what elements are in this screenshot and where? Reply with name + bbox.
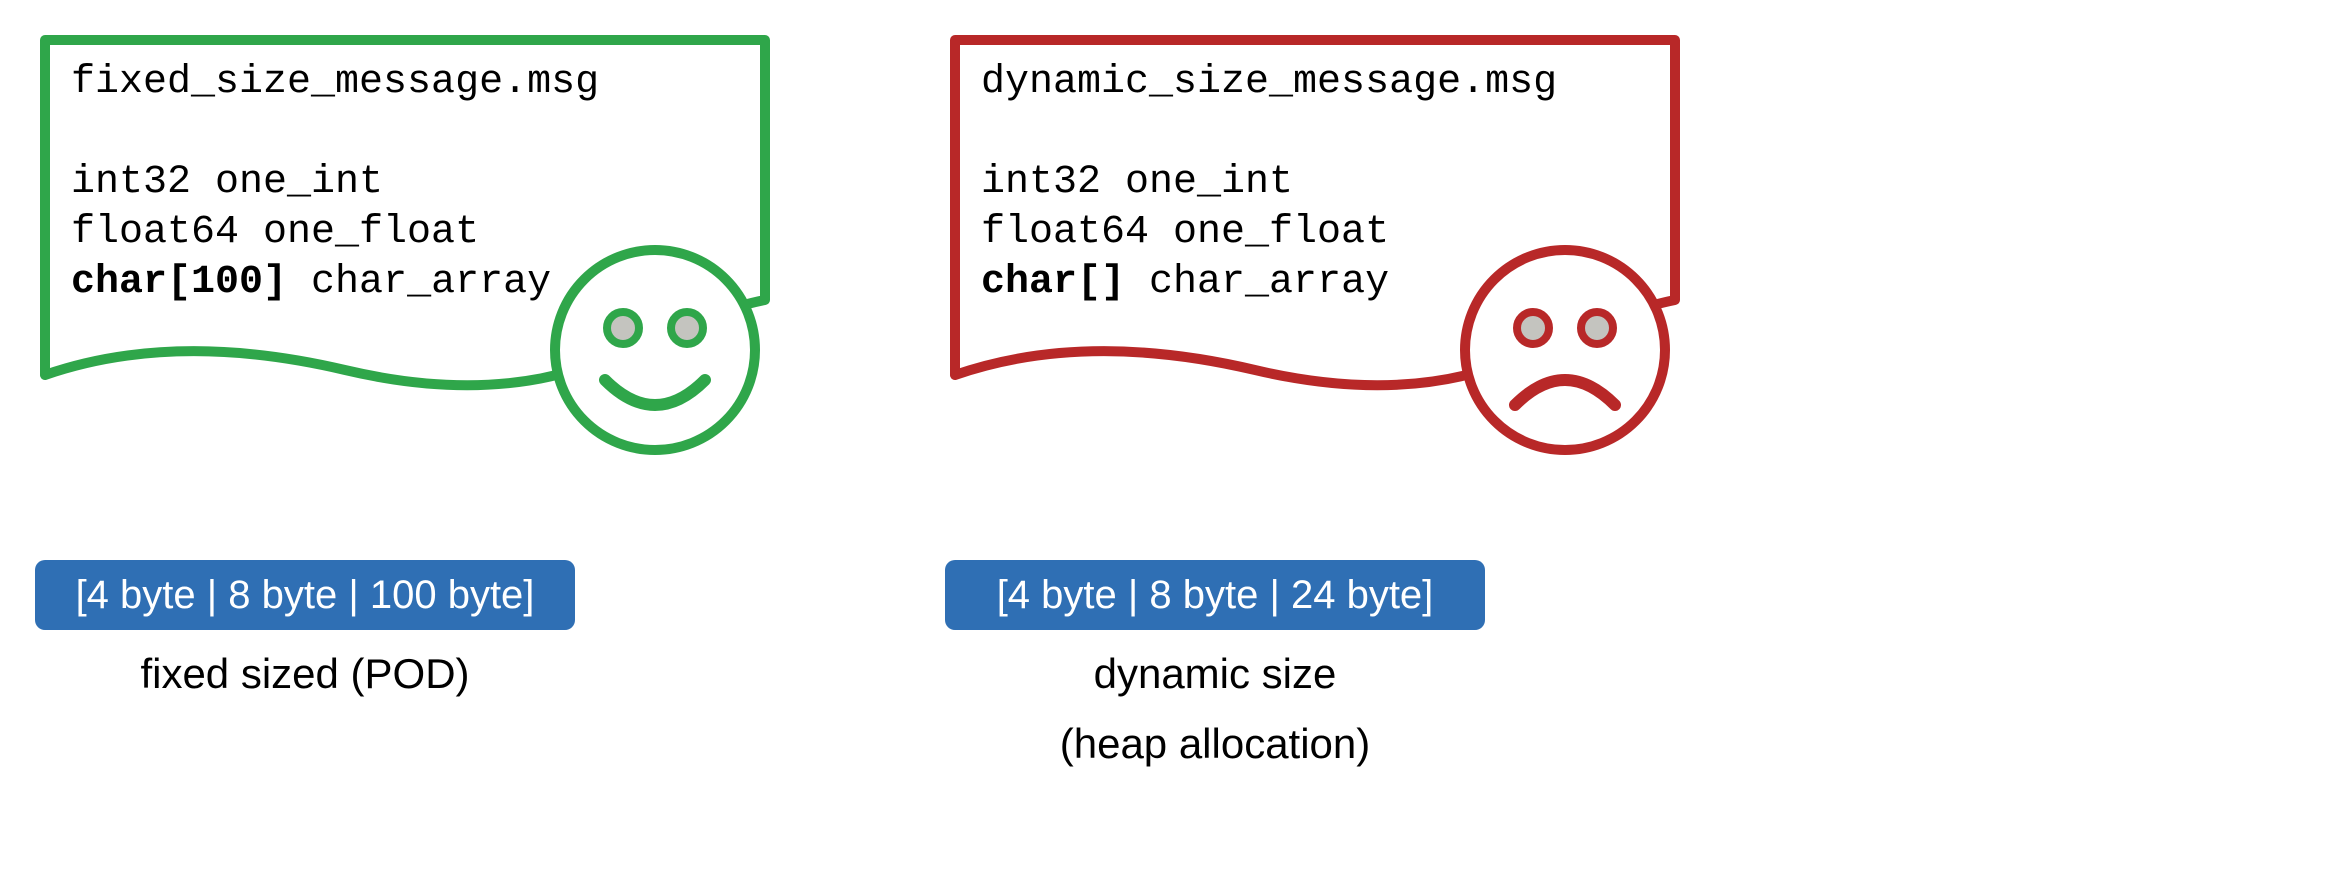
bubble-code-dynamic: dynamic_size_message.msg int32 one_int f… xyxy=(981,58,1681,308)
frown-eye-left xyxy=(1517,312,1549,344)
code-rest: char_array xyxy=(1125,260,1389,305)
speech-bubble-dynamic: dynamic_size_message.msg int32 one_int f… xyxy=(945,30,1715,460)
smiley-eye-right xyxy=(671,312,703,344)
bubble-code-fixed: fixed_size_message.msg int32 one_int flo… xyxy=(71,58,771,308)
filename: dynamic_size_message.msg xyxy=(981,60,1557,105)
smiley-eye-left xyxy=(607,312,639,344)
frown-eye-right xyxy=(1581,312,1613,344)
diagram-stage: fixed_size_message.msg int32 one_int flo… xyxy=(0,0,2334,884)
code-line: float64 one_float xyxy=(981,210,1389,255)
caption-dynamic-2: (heap allocation) xyxy=(945,720,1485,768)
filename: fixed_size_message.msg xyxy=(71,60,599,105)
code-line: int32 one_int xyxy=(981,160,1293,205)
caption-dynamic-1: dynamic size xyxy=(945,650,1485,698)
speech-bubble-fixed: fixed_size_message.msg int32 one_int flo… xyxy=(35,30,805,460)
byte-layout-pill: [4 byte | 8 byte | 24 byte] xyxy=(945,560,1485,630)
code-rest: char_array xyxy=(287,260,551,305)
code-line: float64 one_float xyxy=(71,210,479,255)
byte-layout-text: [4 byte | 8 byte | 100 byte] xyxy=(76,573,535,617)
code-bold-type: char[] xyxy=(981,260,1125,305)
panel-fixed-size: fixed_size_message.msg int32 one_int flo… xyxy=(35,30,805,460)
code-bold-type: char[100] xyxy=(71,260,287,305)
byte-layout-text: [4 byte | 8 byte | 24 byte] xyxy=(997,573,1434,617)
byte-layout-pill: [4 byte | 8 byte | 100 byte] xyxy=(35,560,575,630)
panel-dynamic-size: dynamic_size_message.msg int32 one_int f… xyxy=(945,30,1715,460)
caption-fixed: fixed sized (POD) xyxy=(35,650,575,698)
code-line: int32 one_int xyxy=(71,160,383,205)
